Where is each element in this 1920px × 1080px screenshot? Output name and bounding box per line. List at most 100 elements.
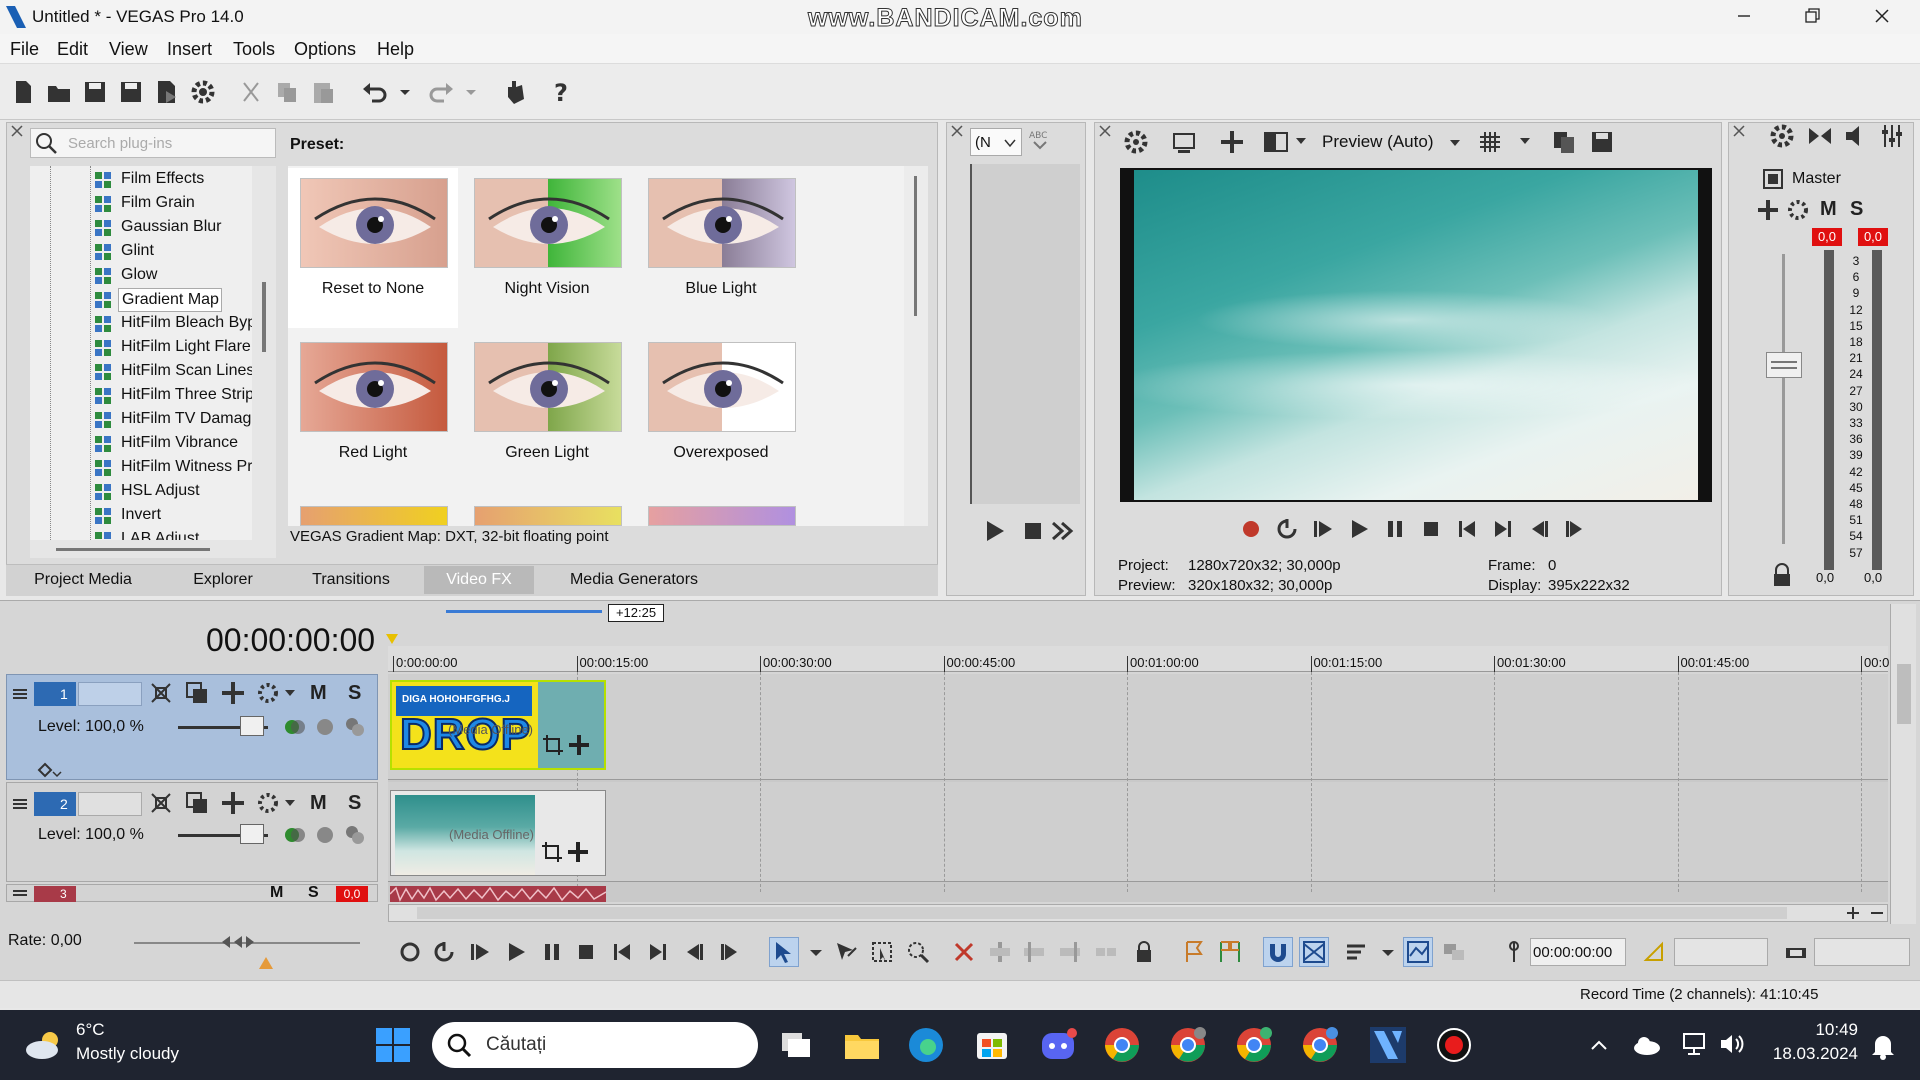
timeline-split-icon[interactable] bbox=[1092, 938, 1120, 966]
track-2-name-input[interactable] bbox=[78, 792, 142, 816]
redo-dropdown-icon[interactable] bbox=[464, 77, 478, 107]
external-monitor-icon[interactable] bbox=[1170, 128, 1198, 156]
chrome-profile-2-icon[interactable] bbox=[1168, 1025, 1208, 1065]
track-2-settings-icon[interactable] bbox=[256, 790, 282, 816]
master-lock-icon[interactable] bbox=[1770, 562, 1794, 588]
preset-green-light[interactable]: Green Light bbox=[462, 332, 632, 492]
help-icon[interactable]: ? bbox=[546, 77, 576, 107]
new-icon[interactable] bbox=[8, 77, 38, 107]
restore-button[interactable] bbox=[1792, 0, 1832, 34]
timeline-selection-length-icon[interactable] bbox=[1782, 938, 1810, 966]
plugin-item-hitfilm-witness-pr[interactable]: HitFilm Witness Pr bbox=[118, 456, 252, 480]
track-2-settings-dropdown-icon[interactable] bbox=[284, 798, 296, 808]
track-2-level-handle[interactable] bbox=[240, 824, 264, 844]
tab-media-generators[interactable]: Media Generators bbox=[546, 566, 722, 594]
weather-icon[interactable] bbox=[24, 1028, 66, 1062]
show-hidden-icons-icon[interactable] bbox=[1588, 1034, 1610, 1056]
track-2-compositing-icon[interactable] bbox=[184, 790, 210, 816]
tab-project-media[interactable]: Project Media bbox=[10, 566, 156, 594]
video-fx-icon[interactable] bbox=[1218, 128, 1246, 156]
task-view-icon[interactable] bbox=[776, 1025, 816, 1065]
menu-view[interactable]: View bbox=[109, 39, 148, 60]
preset-thumbnail-partial[interactable] bbox=[474, 506, 622, 526]
menu-options[interactable]: Options bbox=[294, 39, 356, 60]
plugin-item-hitfilm-light-flare[interactable]: HitFilm Light Flare: bbox=[118, 336, 252, 360]
trimmer-dropdown[interactable]: (N bbox=[970, 128, 1022, 156]
preview-go-to-start-icon[interactable] bbox=[1454, 516, 1480, 542]
open-icon[interactable] bbox=[44, 77, 74, 107]
master-gear-icon[interactable] bbox=[1768, 122, 1796, 150]
master-settings-icon[interactable] bbox=[1786, 198, 1810, 222]
chrome-profile-4-icon[interactable] bbox=[1300, 1025, 1340, 1065]
loop-region-bar[interactable] bbox=[446, 610, 602, 613]
overlays-grid-icon[interactable] bbox=[1476, 128, 1504, 156]
plugin-item-glow[interactable]: Glow bbox=[118, 264, 252, 288]
track-1-child-icon[interactable] bbox=[342, 714, 368, 740]
preview-record-icon[interactable] bbox=[1238, 516, 1264, 542]
clock-date[interactable]: 18.03.2024 bbox=[1758, 1044, 1858, 1064]
timeline-go-to-end-icon[interactable] bbox=[644, 938, 672, 966]
track-2-solo-button[interactable]: S bbox=[348, 792, 361, 815]
copy-snapshot-icon[interactable] bbox=[1550, 128, 1578, 156]
track-3-collapse-icon[interactable] bbox=[10, 886, 30, 900]
track-2-clip-crop-icon[interactable] bbox=[541, 841, 563, 863]
timeline-zoom-tool-icon[interactable] bbox=[904, 938, 932, 966]
save-icon[interactable] bbox=[80, 77, 110, 107]
master-close-icon[interactable] bbox=[1732, 124, 1746, 138]
edge-browser-icon[interactable] bbox=[906, 1025, 946, 1065]
bandicam-record-icon[interactable] bbox=[1434, 1025, 1474, 1065]
timeline-play-from-start-icon[interactable] bbox=[466, 938, 494, 966]
preview-close-icon[interactable] bbox=[1098, 124, 1112, 138]
microsoft-store-icon[interactable] bbox=[972, 1025, 1012, 1065]
trimmer-play-icon[interactable] bbox=[982, 518, 1008, 544]
chrome-profile-3-icon[interactable] bbox=[1234, 1025, 1274, 1065]
dim-output-speaker-icon[interactable] bbox=[1842, 122, 1870, 150]
cursor-time-input[interactable]: 00:00:00:00 bbox=[1530, 938, 1626, 966]
preset-thumbnail-partial[interactable] bbox=[648, 506, 796, 526]
preset-red-light[interactable]: Red Light bbox=[288, 332, 458, 492]
timeline-go-to-start-icon[interactable] bbox=[608, 938, 636, 966]
track-1-settings-icon[interactable] bbox=[256, 680, 282, 706]
save-snapshot-icon[interactable] bbox=[1588, 128, 1616, 156]
trimmer-stop-icon[interactable] bbox=[1020, 518, 1046, 544]
timeline-selection-start-marker-icon[interactable] bbox=[1640, 938, 1668, 966]
plugin-item-glint[interactable]: Glint bbox=[118, 240, 252, 264]
timeline-ignore-event-grouping-icon[interactable] bbox=[1440, 938, 1468, 966]
undo-dropdown-icon[interactable] bbox=[398, 77, 412, 107]
file-explorer-icon[interactable] bbox=[842, 1025, 882, 1065]
track-2-fx-icon[interactable] bbox=[220, 790, 246, 816]
plugin-item-hitfilm-bleach-byp[interactable]: HitFilm Bleach Byp bbox=[118, 312, 252, 336]
track-1-motion-icon[interactable] bbox=[148, 680, 174, 706]
track-1-name-input[interactable] bbox=[78, 682, 142, 706]
timeline-pause-icon[interactable] bbox=[538, 938, 566, 966]
plugin-item-hitfilm-three-strip[interactable]: HitFilm Three Strip bbox=[118, 384, 252, 408]
timeline-loop-playback-icon[interactable] bbox=[430, 938, 458, 966]
preview-pause-icon[interactable] bbox=[1382, 516, 1408, 542]
track-1-compositing-icon[interactable] bbox=[184, 680, 210, 706]
taskbar-search-input[interactable] bbox=[432, 1022, 758, 1068]
plugin-item-gaussian-blur[interactable]: Gaussian Blur bbox=[118, 216, 252, 240]
track-1-level-handle[interactable] bbox=[240, 716, 264, 736]
timeline-edit-tool-dropdown-icon[interactable] bbox=[802, 938, 830, 966]
master-fx-icon[interactable] bbox=[1756, 198, 1780, 222]
track-2-child-icon[interactable] bbox=[342, 822, 368, 848]
network-icon[interactable] bbox=[1680, 1030, 1708, 1058]
timeline-auto-ripple-dropdown-icon[interactable] bbox=[1374, 938, 1402, 966]
menu-insert[interactable]: Insert bbox=[167, 39, 212, 60]
track-2-collapse-icon[interactable] bbox=[10, 794, 30, 814]
timeline-hscroll[interactable] bbox=[388, 904, 1888, 922]
chrome-icon[interactable] bbox=[1102, 1025, 1142, 1065]
undo-icon[interactable] bbox=[360, 77, 390, 107]
preset-thumbnail-partial[interactable] bbox=[300, 506, 448, 526]
timeline-selection-tool-icon[interactable] bbox=[868, 938, 896, 966]
copy-icon[interactable] bbox=[272, 77, 302, 107]
timeline-auto-ripple-icon[interactable] bbox=[1342, 938, 1370, 966]
minimize-button[interactable] bbox=[1724, 0, 1764, 34]
onedrive-icon[interactable] bbox=[1632, 1034, 1662, 1056]
timecode-display[interactable]: 00:00:00:00 bbox=[206, 622, 375, 659]
plugin-item-hitfilm-tv-damage[interactable]: HitFilm TV Damage bbox=[118, 408, 252, 432]
timeline-lock-icon[interactable] bbox=[1130, 938, 1158, 966]
paste-icon[interactable] bbox=[308, 77, 338, 107]
tab-video-fx[interactable]: Video FX bbox=[424, 566, 534, 594]
timeline-play-icon[interactable] bbox=[502, 938, 530, 966]
